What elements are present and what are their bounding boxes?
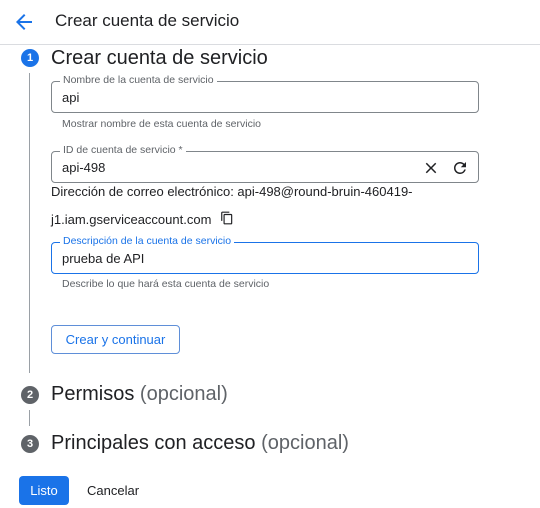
step-2-title-text: Permisos — [51, 383, 135, 405]
cancel-button[interactable]: Cancelar — [78, 476, 148, 505]
step-connector-line — [29, 73, 30, 373]
create-and-continue-button[interactable]: Crear y continuar — [51, 325, 180, 354]
close-icon[interactable] — [422, 159, 440, 177]
page-title: Crear cuenta de servicio — [55, 11, 240, 30]
service-account-name-field[interactable]: Nombre de la cuenta de servicio — [51, 74, 479, 113]
service-account-description-input[interactable] — [62, 243, 402, 273]
step-2-optional: (opcional) — [139, 383, 228, 405]
service-account-id-input[interactable] — [62, 152, 402, 182]
step-connector-line — [29, 410, 30, 426]
email-address-line1: Dirección de correo electrónico: api-498… — [51, 184, 413, 199]
step-2-number: 2 — [21, 386, 39, 404]
service-account-name-input[interactable] — [62, 82, 402, 112]
copy-icon[interactable] — [220, 211, 234, 225]
refresh-icon[interactable] — [451, 159, 469, 177]
step-3-optional: (opcional) — [261, 432, 349, 454]
service-account-description-hint: Describe lo que hará esta cuenta de serv… — [62, 278, 270, 290]
service-account-description-field[interactable]: Descripción de la cuenta de servicio — [51, 235, 479, 274]
service-account-id-field[interactable]: ID de cuenta de servicio * — [51, 144, 479, 183]
step-3-title[interactable]: Principales con acceso (opcional) — [51, 432, 349, 455]
page-header: Crear cuenta de servicio — [0, 0, 540, 45]
service-account-name-hint: Mostrar nombre de esta cuenta de servici… — [62, 118, 262, 130]
step-3-number: 3 — [21, 435, 39, 453]
back-arrow-icon[interactable] — [12, 10, 36, 34]
step-3-title-text: Principales con acceso — [51, 432, 256, 454]
step-1-title-text: Crear cuenta de servicio — [51, 47, 268, 69]
done-button[interactable]: Listo — [19, 476, 69, 505]
step-1-title[interactable]: Crear cuenta de servicio — [51, 47, 268, 70]
email-address-line2: j1.iam.gserviceaccount.com — [51, 212, 212, 227]
step-1-number: 1 — [21, 49, 39, 67]
step-2-title[interactable]: Permisos (opcional) — [51, 383, 228, 406]
